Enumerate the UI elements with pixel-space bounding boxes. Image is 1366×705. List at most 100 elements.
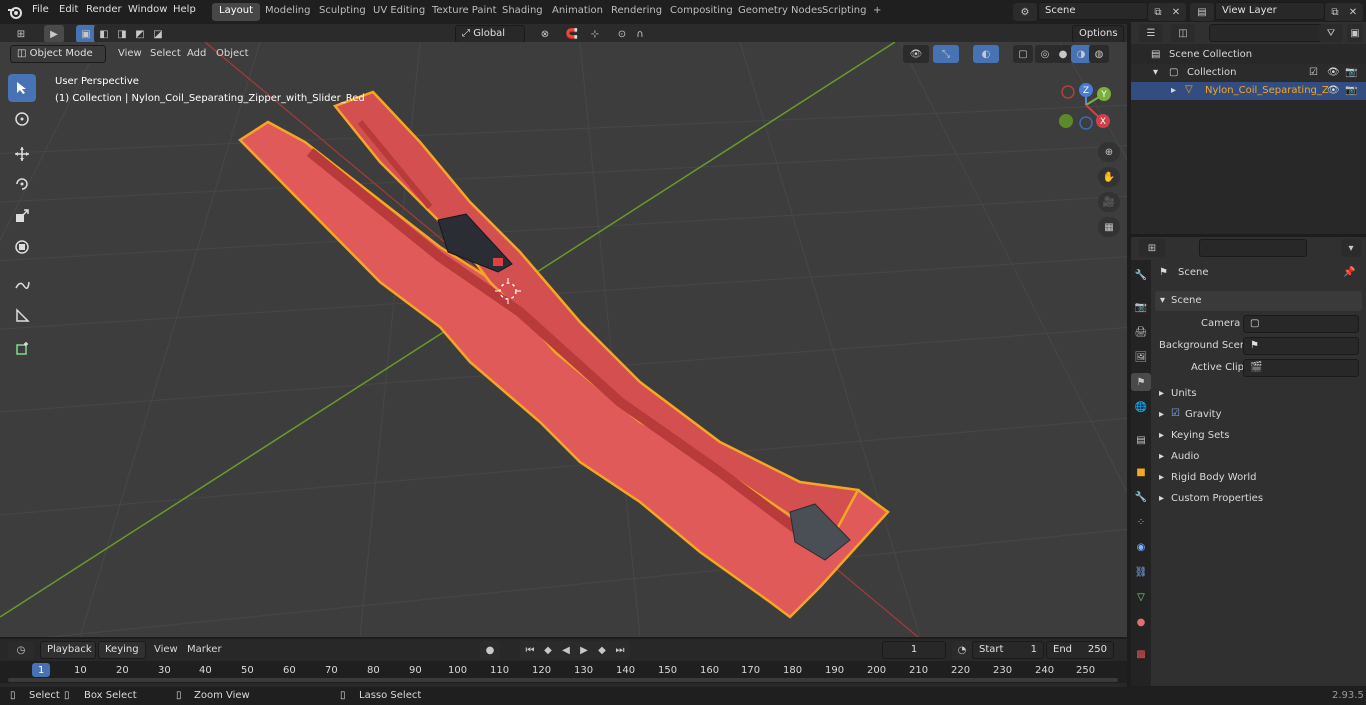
tab-uv-editing[interactable]: UV Editing xyxy=(366,3,432,21)
data-tab-icon[interactable]: ▽ xyxy=(1131,588,1151,606)
zoom-icon[interactable]: ⊕ xyxy=(1098,142,1120,162)
properties-search-input[interactable] xyxy=(1199,239,1307,257)
menu-window[interactable]: Window xyxy=(128,4,167,15)
particles-tab-icon[interactable]: ⁘ xyxy=(1131,513,1151,531)
stopwatch-icon[interactable]: ◔ xyxy=(952,641,972,659)
eye-icon[interactable]: 👁 xyxy=(1327,85,1340,96)
playback-dropdown[interactable]: Playback xyxy=(40,641,96,659)
tool-select-box[interactable] xyxy=(8,74,36,102)
scene-section-header[interactable]: ▾ Scene xyxy=(1155,291,1362,311)
next-keyframe-icon[interactable]: ◆ xyxy=(592,641,612,659)
mode-invert-icon[interactable]: ◩ xyxy=(130,25,150,43)
delete-scene-icon[interactable]: ✕ xyxy=(1166,3,1186,21)
tab-shading[interactable]: Shading xyxy=(495,3,550,21)
texture-tab-icon[interactable]: ▩ xyxy=(1131,645,1151,663)
camera-view-icon[interactable]: 🎥 xyxy=(1098,192,1120,212)
timeline-scrollbar[interactable] xyxy=(8,678,1118,682)
visibility-icon[interactable]: 👁 xyxy=(903,45,929,63)
eye-icon[interactable]: 👁 xyxy=(1327,67,1340,78)
new-collection-icon[interactable]: ▣ xyxy=(1347,24,1363,42)
panel-audio[interactable]: ▸ Audio xyxy=(1155,448,1362,466)
pan-hand-icon[interactable]: ✋ xyxy=(1098,167,1120,187)
panel-custom-properties[interactable]: ▸ Custom Properties xyxy=(1155,490,1362,508)
view-layer-field[interactable]: View Layer xyxy=(1215,2,1325,20)
properties-options-icon[interactable]: ▾ xyxy=(1341,239,1361,257)
xray-icon[interactable]: ▢ xyxy=(1013,45,1033,63)
view-layer-tab-icon[interactable]: 🖼 xyxy=(1131,348,1151,366)
timeline-ruler[interactable]: 1 10 20 30 40 50 60 70 80 90 100 110 120… xyxy=(0,661,1127,683)
filter-icon[interactable]: ⛛ xyxy=(1319,24,1343,42)
keying-dropdown[interactable]: Keying xyxy=(98,641,146,659)
shading-rendered-icon[interactable]: ◍ xyxy=(1089,45,1109,63)
tab-animation[interactable]: Animation xyxy=(545,3,610,21)
outliner-search-input[interactable] xyxy=(1209,24,1329,42)
tab-rendering[interactable]: Rendering xyxy=(604,3,669,21)
menu-edit[interactable]: Edit xyxy=(59,4,78,15)
shading-wireframe-icon[interactable]: ◎ xyxy=(1035,45,1055,63)
camera-icon[interactable]: 📷 xyxy=(1345,67,1357,78)
viewport-menu-view[interactable]: View xyxy=(118,48,142,59)
physics-tab-icon[interactable]: ◉ xyxy=(1131,538,1151,556)
view-layer-icon[interactable]: ▤ xyxy=(1190,3,1214,21)
timeline-menu-marker[interactable]: Marker xyxy=(187,644,222,655)
viewport-menu-add[interactable]: Add xyxy=(187,48,206,59)
tab-sculpting[interactable]: Sculpting xyxy=(312,3,373,21)
delete-view-layer-icon[interactable]: ✕ xyxy=(1343,3,1363,21)
timeline-menu-view[interactable]: View xyxy=(154,644,178,655)
menu-file[interactable]: File xyxy=(32,4,49,15)
panel-rigid-body-world[interactable]: ▸ Rigid Body World xyxy=(1155,469,1362,487)
gizmo-toggle-icon[interactable]: ⤡ xyxy=(933,45,959,63)
new-view-layer-icon[interactable]: ⧉ xyxy=(1325,3,1345,21)
tool-rotate[interactable] xyxy=(8,170,36,198)
panel-keying-sets[interactable]: ▸ Keying Sets xyxy=(1155,427,1362,445)
camera-field[interactable]: ▢ xyxy=(1243,315,1359,333)
output-tab-icon[interactable]: 🖨 xyxy=(1131,323,1151,341)
play-icon[interactable]: ▶ xyxy=(574,641,594,659)
pivot-icon[interactable]: ⊗ xyxy=(532,25,558,43)
tool-scale[interactable] xyxy=(8,202,36,230)
menu-render[interactable]: Render xyxy=(86,4,122,15)
viewport-menu-select[interactable]: Select xyxy=(150,48,181,59)
viewport-menu-object[interactable]: Object xyxy=(216,48,249,59)
jump-end-icon[interactable]: ⏭ xyxy=(610,641,630,659)
overlay-toggle-icon[interactable]: ◐ xyxy=(973,45,999,63)
tab-layout[interactable]: Layout xyxy=(212,3,260,21)
outliner-row-collection[interactable]: ▾ ▢ Collection ☑ 👁 📷 xyxy=(1131,64,1366,82)
editor-type-icon[interactable]: ⊞ xyxy=(8,25,34,43)
background-scene-field[interactable]: ⚑ xyxy=(1243,337,1359,355)
tool-move[interactable] xyxy=(8,140,36,168)
collection-tab-icon[interactable]: ▤ xyxy=(1131,431,1151,449)
start-frame-field[interactable]: Start 1 xyxy=(972,641,1044,659)
tab-scripting[interactable]: Scripting xyxy=(815,3,873,21)
mode-extend-icon[interactable]: ◧ xyxy=(94,25,114,43)
shading-material-icon[interactable]: ◑ xyxy=(1071,45,1091,63)
proportional-edit-icon[interactable]: ⊙ xyxy=(612,25,632,43)
shading-solid-icon[interactable]: ● xyxy=(1053,45,1073,63)
tool-tab-icon[interactable]: 🔧 xyxy=(1131,266,1151,284)
outliner-editor-type-icon[interactable]: ☰ xyxy=(1139,24,1163,42)
select-tool-icon[interactable]: ▶ xyxy=(44,25,64,43)
outliner-row-zipper[interactable]: ▸ ▽ Nylon_Coil_Separating_Z 👁 📷 xyxy=(1131,82,1366,100)
play-reverse-icon[interactable]: ◀ xyxy=(556,641,576,659)
current-frame-field[interactable]: 1 xyxy=(882,641,946,659)
snap-target-icon[interactable]: ⊹ xyxy=(582,25,608,43)
tool-measure[interactable] xyxy=(8,301,36,329)
object-tab-icon[interactable]: ■ xyxy=(1131,463,1151,481)
options-dropdown[interactable]: Options xyxy=(1072,25,1124,43)
scene-tab-icon[interactable]: ⚑ xyxy=(1131,373,1151,391)
expand-icon[interactable]: ▾ xyxy=(1153,67,1158,78)
properties-editor-type-icon[interactable]: ⊞ xyxy=(1139,239,1165,257)
active-clip-field[interactable]: 🎬 xyxy=(1243,359,1359,377)
scene-name-field[interactable]: Scene xyxy=(1038,2,1148,20)
falloff-icon[interactable]: ∩ xyxy=(630,25,650,43)
mode-subtract-icon[interactable]: ◨ xyxy=(112,25,132,43)
constraints-tab-icon[interactable]: ⛓ xyxy=(1131,563,1151,581)
world-tab-icon[interactable]: 🌐 xyxy=(1131,398,1151,416)
end-frame-field[interactable]: End 250 xyxy=(1046,641,1114,659)
perspective-toggle-icon[interactable]: ▦ xyxy=(1098,217,1120,237)
modifier-tab-icon[interactable]: 🔧 xyxy=(1131,488,1151,506)
transform-orientation-dropdown[interactable]: ⤢ Global xyxy=(455,25,525,43)
timeline-editor-type-icon[interactable]: ◷ xyxy=(8,641,34,659)
camera-icon[interactable]: 📷 xyxy=(1345,85,1357,96)
tab-compositing[interactable]: Compositing xyxy=(663,3,740,21)
